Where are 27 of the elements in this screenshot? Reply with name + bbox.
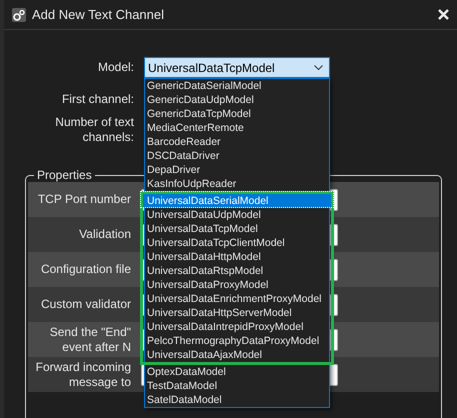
dropdown-option[interactable]: GenericDataSerialModel (145, 79, 329, 93)
dropdown-option[interactable]: OptexDataModel (145, 365, 329, 379)
dropdown-option[interactable]: SatelDataModel (145, 393, 329, 407)
property-label: Validation (78, 227, 131, 242)
dropdown-option[interactable]: BarcodeReader (145, 135, 329, 149)
chevron-icon (314, 65, 323, 70)
property-label: Custom validator (40, 297, 131, 312)
dropdown-option[interactable]: GenericDataUdpModel (145, 93, 329, 107)
dropdown-option[interactable]: DepaDriver (145, 163, 329, 177)
model-dropdown[interactable]: UniversalDataTcpModel (144, 57, 330, 78)
field-label: First channel: (60, 92, 134, 106)
dropdown-option[interactable]: KasInfoUdpReader (145, 177, 329, 191)
window-title: Add New Text Channel (32, 7, 166, 22)
close-icon[interactable] (438, 9, 449, 20)
dropdown-option[interactable]: MediaCenterRemote (145, 121, 329, 135)
group-title: Properties (36, 168, 93, 182)
property-label: Configuration file (40, 262, 131, 277)
field-label: Number of text channels: (54, 115, 134, 145)
field-label: Model: (96, 60, 134, 75)
property-label: TCP Port number (36, 192, 131, 207)
dropdown-option[interactable]: TestDataModel (145, 379, 329, 393)
dropdown-option[interactable]: GenericDataTcpModel (145, 107, 329, 121)
property-label: Send the "End" event after N (48, 324, 131, 354)
dropdown-option[interactable]: UniversalDataSerialModel (140, 191, 334, 208)
gears-icon (12, 8, 26, 22)
dropdown-option[interactable]: DSCDataDriver (145, 149, 329, 163)
property-label: Forward incoming message to (34, 360, 131, 390)
